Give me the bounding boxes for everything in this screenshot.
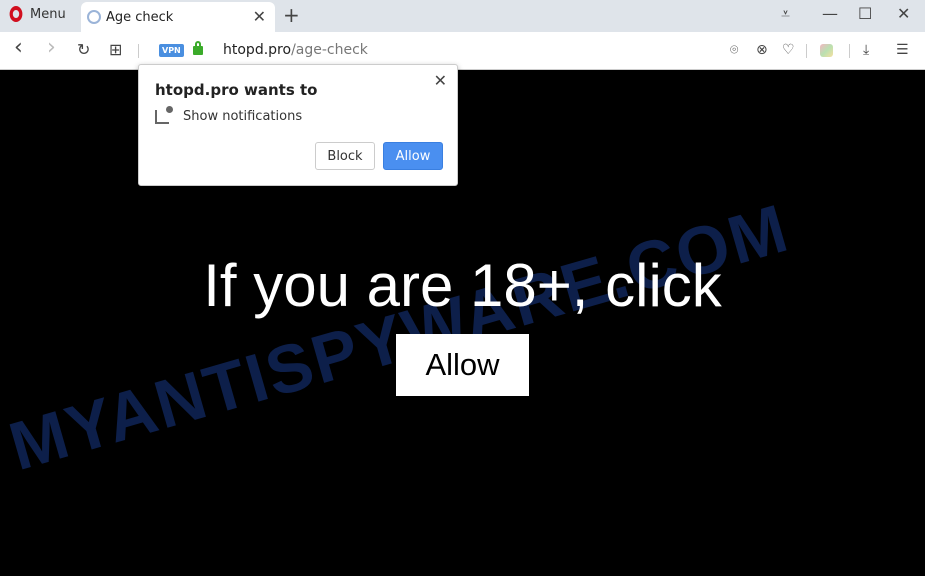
divider bbox=[138, 44, 139, 58]
notification-icon bbox=[155, 105, 173, 124]
lock-icon[interactable] bbox=[193, 41, 203, 55]
download-icon[interactable]: ⤓ bbox=[863, 42, 869, 58]
maximize-button[interactable]: ☐ bbox=[858, 4, 872, 23]
tab-title: Age check bbox=[106, 9, 174, 25]
permission-label: Show notifications bbox=[183, 109, 303, 124]
allow-button[interactable]: Allow bbox=[383, 142, 443, 170]
heart-icon[interactable]: ♡ bbox=[782, 42, 795, 58]
reload-button[interactable]: ↻ bbox=[77, 40, 90, 59]
close-window-button[interactable]: ✕ bbox=[897, 4, 910, 23]
adblock-icon[interactable]: ⊗ bbox=[756, 42, 768, 58]
opera-menu-button[interactable]: Menu bbox=[8, 6, 66, 22]
minimize-button[interactable]: — bbox=[822, 4, 838, 23]
popup-title: htopd.pro wants to bbox=[155, 81, 318, 99]
favicon-icon bbox=[87, 10, 101, 24]
opera-logo-icon bbox=[9, 6, 23, 22]
forward-button[interactable]: › bbox=[47, 35, 56, 60]
vpn-badge[interactable]: VPN bbox=[159, 44, 184, 57]
back-button[interactable]: ‹ bbox=[14, 35, 23, 60]
extension-cube-icon[interactable] bbox=[820, 44, 833, 57]
camera-icon[interactable]: ⌾ bbox=[730, 42, 738, 58]
page-allow-button[interactable]: Allow bbox=[396, 334, 529, 396]
divider bbox=[806, 44, 807, 58]
tab-bar: Menu Age check ✕ + ⩡ — ☐ ✕ bbox=[0, 0, 925, 32]
menu-label: Menu bbox=[30, 6, 66, 22]
tab-menu-icon[interactable]: ⩡ bbox=[781, 4, 790, 24]
new-tab-button[interactable]: + bbox=[283, 3, 300, 27]
url-host: htopd.pro bbox=[223, 42, 292, 58]
easy-setup-icon[interactable]: ☰ bbox=[896, 42, 909, 58]
permission-row: Show notifications bbox=[155, 105, 303, 124]
headline: If you are 18+, click bbox=[203, 252, 722, 319]
url-path: /age-check bbox=[291, 42, 368, 58]
close-tab-icon[interactable]: ✕ bbox=[253, 7, 266, 26]
notification-permission-popup: htopd.pro wants to ✕ Show notifications … bbox=[138, 64, 458, 186]
block-button[interactable]: Block bbox=[315, 142, 375, 170]
close-popup-icon[interactable]: ✕ bbox=[434, 71, 447, 90]
url-field[interactable]: htopd.pro/age-check bbox=[223, 42, 368, 58]
speed-dial-button[interactable]: ⊞ bbox=[109, 40, 122, 59]
divider bbox=[849, 44, 850, 58]
tab-age-check[interactable]: Age check ✕ bbox=[81, 2, 275, 32]
